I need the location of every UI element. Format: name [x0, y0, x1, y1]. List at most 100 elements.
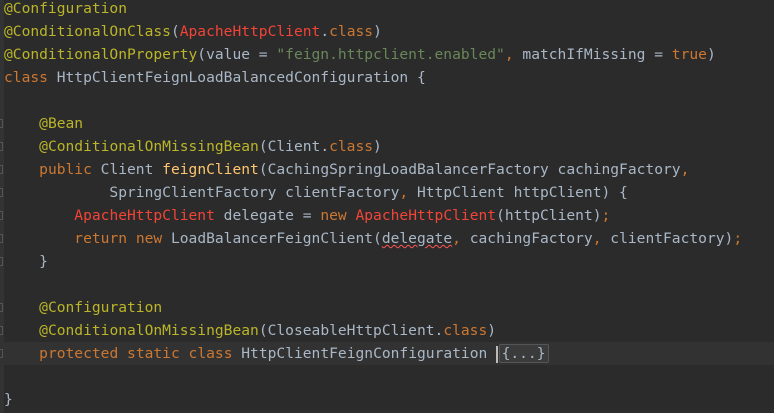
code-token: ;: [601, 207, 611, 224]
code-line[interactable]: @ConditionalOnMissingBean(CloseableHttpC…: [0, 319, 774, 342]
gutter-marker-icon: [0, 142, 3, 151]
code-text: return new LoadBalancerFeignClient(deleg…: [4, 227, 742, 250]
code-token: (value =: [197, 46, 277, 63]
code-token: ): [373, 23, 382, 40]
code-token: HttpClient httpClient) {: [408, 184, 628, 201]
code-token: feignClient: [162, 161, 259, 178]
current-code-line[interactable]: protected static class HttpClientFeignCo…: [0, 342, 774, 365]
code-token: class: [329, 23, 374, 40]
code-token: delegate: [381, 230, 453, 247]
code-token: class: [329, 138, 374, 155]
code-line[interactable]: @Configuration: [0, 0, 774, 20]
code-line[interactable]: }: [0, 388, 774, 411]
code-text: public Client feignClient(CachingSpringL…: [4, 158, 689, 181]
code-token: ): [706, 46, 716, 63]
code-line[interactable]: [0, 273, 774, 296]
code-line[interactable]: @Bean: [0, 112, 774, 135]
code-text: @ConditionalOnMissingBean(Client.class): [4, 135, 382, 158]
gutter-marker-icon: [0, 211, 3, 220]
code-token: clientFactory): [601, 230, 734, 247]
code-token: cachingFactory: [460, 230, 593, 247]
code-editor[interactable]: @Configuration @ConditionalOnClass(Apache…: [0, 0, 774, 413]
code-token: ApacheHttpClient: [179, 23, 321, 40]
code-token: return: [74, 230, 128, 247]
code-line[interactable]: @ConditionalOnMissingBean(Client.class): [0, 135, 774, 158]
code-token: ,: [504, 46, 514, 63]
code-token: @ConditionalOnMissingBean: [39, 138, 259, 155]
code-token: ,: [680, 161, 690, 178]
code-token: protected: [39, 345, 119, 362]
code-token: ,: [452, 230, 461, 247]
code-text: ApacheHttpClient delegate = new ApacheHt…: [4, 204, 610, 227]
code-token: (: [170, 23, 180, 40]
code-token: public: [39, 161, 92, 178]
code-token: ;: [733, 230, 743, 247]
code-line[interactable]: @ConditionalOnClass(ApacheHttpClient.cla…: [0, 20, 774, 43]
code-token: SpringClientFactory clientFactory: [4, 184, 400, 201]
code-token: LoadBalancerFeignClient(: [162, 230, 382, 247]
code-token: (httpClient): [496, 207, 602, 224]
code-token: @ConditionalOnMissingBean: [39, 322, 259, 339]
code-token: Client: [91, 161, 163, 178]
code-token: "feign.httpclient.enabled": [276, 46, 505, 63]
code-token: .: [320, 23, 330, 40]
code-text: @ConditionalOnClass(ApacheHttpClient.cla…: [4, 20, 382, 43]
code-token: ApacheHttpClient: [355, 207, 497, 224]
code-line[interactable]: SpringClientFactory clientFactory, HttpC…: [0, 181, 774, 204]
code-token: ApacheHttpClient: [74, 207, 215, 224]
code-token: }: [4, 253, 48, 270]
code-text: @Configuration: [4, 296, 162, 319]
code-line[interactable]: public Client feignClient(CachingSpringL…: [0, 158, 774, 181]
code-token: ,: [399, 184, 409, 201]
gutter-marker-icon: [0, 303, 3, 312]
code-token: true: [671, 46, 707, 63]
code-token: (CloseableHttpClient.: [258, 322, 444, 339]
gutter-marker-icon: [0, 165, 3, 174]
code-text: }: [4, 388, 13, 411]
code-line[interactable]: }: [0, 250, 774, 273]
code-token: class: [4, 69, 48, 86]
code-token: ): [373, 138, 382, 155]
code-line[interactable]: return new LoadBalancerFeignClient(deleg…: [0, 227, 774, 250]
text-caret: [496, 345, 498, 363]
code-token: @ConditionalOnProperty: [4, 46, 198, 63]
code-text: class HttpClientFeignLoadBalancedConfigu…: [4, 66, 426, 89]
code-line[interactable]: [0, 89, 774, 112]
code-token: @Configuration: [39, 299, 163, 316]
code-token: }: [4, 391, 13, 408]
code-token: new: [320, 207, 347, 224]
code-token: matchIfMissing =: [513, 46, 672, 63]
code-token: class: [443, 322, 488, 339]
code-text: protected static class HttpClientFeignCo…: [4, 342, 549, 365]
code-token: @ConditionalOnClass: [4, 23, 171, 40]
code-token: @Configuration: [4, 0, 128, 17]
gutter-marker-icon: [0, 257, 3, 266]
code-token: static: [127, 345, 180, 362]
code-line[interactable]: @Configuration: [0, 296, 774, 319]
folded-code-block[interactable]: {...}: [498, 344, 549, 363]
code-line[interactable]: ApacheHttpClient delegate = new ApacheHt…: [0, 204, 774, 227]
code-token: (Client.: [258, 138, 330, 155]
code-token: ,: [592, 230, 602, 247]
code-text: @Bean: [4, 112, 83, 135]
code-token: ): [487, 322, 497, 339]
code-text: SpringClientFactory clientFactory, HttpC…: [4, 181, 628, 204]
code-token: HttpClientFeignLoadBalancedConfiguration…: [47, 69, 426, 86]
code-token: @Bean: [39, 115, 84, 132]
code-token: class: [188, 345, 233, 362]
code-line[interactable]: [0, 365, 774, 388]
code-text: @ConditionalOnMissingBean(CloseableHttpC…: [4, 319, 496, 342]
code-line[interactable]: @ConditionalOnProperty(value = "feign.ht…: [0, 43, 774, 66]
code-line[interactable]: class HttpClientFeignLoadBalancedConfigu…: [0, 66, 774, 89]
code-text: }: [4, 250, 48, 273]
